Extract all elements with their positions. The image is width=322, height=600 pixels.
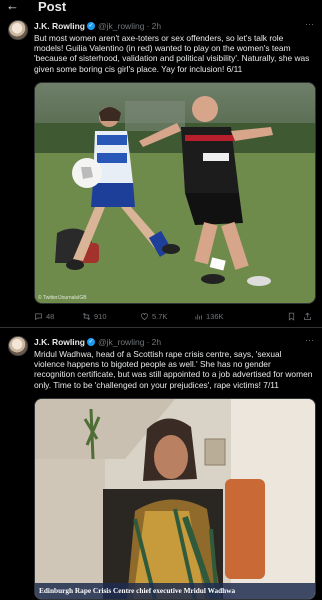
image-watermark: © Twitter/JournalsIGB bbox=[38, 295, 87, 301]
more-options-icon[interactable]: ··· bbox=[305, 19, 314, 29]
retweet-count: 910 bbox=[94, 311, 107, 321]
tweet-header: J.K. Rowling ✓ @jk_rowling · 2h ··· bbox=[34, 335, 314, 348]
more-options-icon[interactable]: ··· bbox=[305, 335, 314, 345]
action-bar: 48 910 5.7K 136K bbox=[34, 310, 314, 322]
share-button[interactable] bbox=[303, 312, 312, 321]
image-caption: Edinburgh Rape Crisis Centre chief execu… bbox=[35, 583, 315, 599]
author-handle[interactable]: @jk_rowling bbox=[98, 21, 144, 31]
retweet-button[interactable]: 910 bbox=[82, 312, 107, 321]
portrait-photo bbox=[35, 399, 315, 599]
reply-count: 48 bbox=[46, 311, 55, 321]
page-title: Post bbox=[38, 0, 67, 14]
bookmark-button[interactable] bbox=[287, 312, 296, 321]
tweet-text: Mridul Wadhwa, head of a Scottish rape c… bbox=[34, 349, 313, 390]
reply-button[interactable]: 48 bbox=[34, 312, 54, 321]
verified-badge-icon: ✓ bbox=[87, 22, 95, 30]
like-button[interactable]: 5.7K bbox=[140, 312, 167, 321]
football-photo bbox=[35, 83, 315, 303]
like-count: 5.7K bbox=[152, 311, 168, 321]
tweet[interactable]: J.K. Rowling ✓ @jk_rowling · 2h ··· But … bbox=[0, 14, 322, 328]
share-icon bbox=[304, 312, 311, 320]
avatar[interactable] bbox=[8, 336, 28, 356]
top-bar: ← Post bbox=[0, 0, 322, 14]
bookmark-icon bbox=[288, 312, 295, 321]
author-name[interactable]: J.K. Rowling bbox=[34, 337, 85, 347]
tweet-text: But most women aren't axe-toters or sex … bbox=[34, 33, 310, 74]
author-name[interactable]: J.K. Rowling bbox=[34, 21, 85, 31]
arrow-left-icon[interactable]: ← bbox=[6, 0, 19, 13]
tweet-image[interactable]: Edinburgh Rape Crisis Centre chief execu… bbox=[34, 398, 316, 600]
tweet[interactable]: J.K. Rowling ✓ @jk_rowling · 2h ··· Mrid… bbox=[0, 330, 322, 600]
view-count: 136K bbox=[206, 311, 224, 321]
retweet-icon bbox=[82, 312, 91, 320]
tweet-header: J.K. Rowling ✓ @jk_rowling · 2h ··· bbox=[34, 19, 314, 32]
timestamp[interactable]: · 2h bbox=[146, 337, 161, 347]
avatar[interactable] bbox=[8, 20, 28, 40]
views-icon bbox=[195, 313, 202, 319]
reply-icon bbox=[35, 313, 42, 320]
verified-badge-icon: ✓ bbox=[87, 338, 95, 346]
views-button[interactable]: 136K bbox=[194, 312, 224, 321]
timestamp[interactable]: · 2h bbox=[146, 21, 161, 31]
tweet-image[interactable]: © Twitter/JournalsIGB bbox=[34, 82, 316, 304]
heart-icon bbox=[141, 312, 148, 320]
author-handle[interactable]: @jk_rowling bbox=[98, 337, 144, 347]
